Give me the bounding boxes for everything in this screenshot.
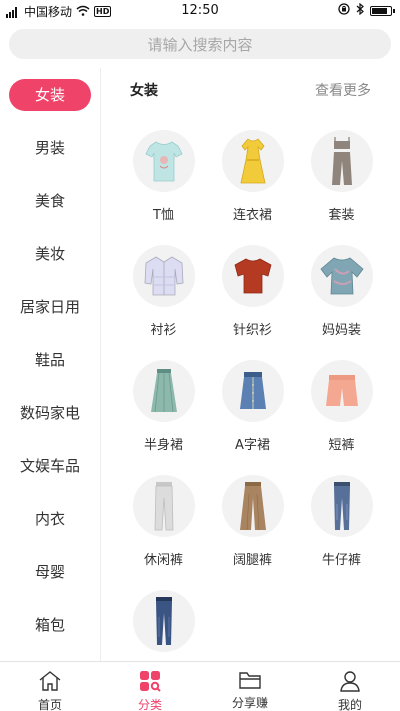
tab-home[interactable]: 首页 (0, 662, 100, 711)
bluetooth-icon (356, 2, 364, 18)
mom-top-icon (310, 245, 373, 307)
subcategory-item[interactable]: 衬衫 (119, 245, 208, 360)
sidebar-item-womens[interactable]: 女装 (0, 68, 100, 121)
subcategory-label: 连衣裙 (232, 208, 272, 223)
home-icon (38, 670, 62, 692)
tab-profile[interactable]: 我的 (300, 662, 400, 711)
subcategory-label: 套装 (328, 208, 355, 223)
shirt-icon (132, 245, 195, 307)
subcategory-item[interactable]: 短裤 (297, 360, 386, 475)
search-input[interactable]: 请输入搜索内容 (9, 29, 391, 59)
jeans-icon (310, 475, 373, 537)
subcategory-item[interactable] (119, 590, 208, 661)
subcategory-label: 妈妈装 (321, 323, 361, 338)
sidebar-item-baby[interactable]: 母婴 (0, 545, 100, 598)
subcategory-item[interactable]: 半身裙 (119, 360, 208, 475)
casual-pants-icon (132, 475, 195, 537)
dress-icon (221, 130, 284, 192)
tab-label: 分类 (137, 698, 162, 711)
suit-set-icon (310, 130, 373, 192)
shorts-icon (310, 360, 373, 422)
tab-share-earn[interactable]: 分享赚 (200, 662, 300, 711)
subcategory-item[interactable]: 针织衫 (208, 245, 297, 360)
sidebar-item-home[interactable]: 居家日用 (0, 280, 100, 333)
sidebar-item-food[interactable]: 美食 (0, 174, 100, 227)
subcategory-grid: T恤 连衣裙 套装 衬衫 针织衫 妈妈装 半身裙 A字裙 短裤 休闲裤 阔腿裤 … (119, 130, 399, 661)
subcategory-item[interactable]: 牛仔裤 (297, 475, 386, 590)
see-more-link[interactable]: 查看更多 (315, 80, 371, 100)
subcategory-panel: 女装 查看更多 T恤 连衣裙 套装 衬衫 针织衫 妈妈装 半身裙 A字裙 短裤 … (101, 68, 400, 661)
subcategory-label: 休闲裤 (143, 553, 183, 568)
section-title: 女装 (130, 83, 158, 99)
category-icon (138, 670, 162, 692)
category-sidebar: 女装 男装 美食 美妆 居家日用 鞋品 数码家电 文娱车品 内衣 母婴 箱包 (0, 68, 101, 661)
subcategory-item[interactable]: 连衣裙 (208, 130, 297, 245)
status-right (338, 2, 395, 18)
subcategory-label: 衬衫 (150, 323, 177, 338)
sidebar-item-mens[interactable]: 男装 (0, 121, 100, 174)
sidebar-item-entertainment-auto[interactable]: 文娱车品 (0, 439, 100, 492)
subcategory-label: 阔腿裤 (232, 553, 272, 568)
subcategory-label: A字裙 (235, 438, 270, 453)
rotation-lock-icon (338, 3, 350, 18)
subcategory-label: 牛仔裤 (321, 553, 361, 568)
sidebar-item-beauty[interactable]: 美妆 (0, 227, 100, 280)
wide-leg-pants-icon (221, 475, 284, 537)
subcategory-label: 半身裙 (143, 438, 183, 453)
subcategory-item[interactable]: A字裙 (208, 360, 297, 475)
subcategory-item[interactable]: 阔腿裤 (208, 475, 297, 590)
subcategory-label: T恤 (153, 208, 174, 223)
subcategory-item[interactable]: 休闲裤 (119, 475, 208, 590)
a-line-skirt-icon (221, 360, 284, 422)
subcategory-label: 针织衫 (232, 323, 272, 338)
tab-label: 分享赚 (231, 696, 268, 710)
sidebar-item-bags[interactable]: 箱包 (0, 598, 100, 651)
status-bar: 中国移动 HD 12:50 (0, 0, 400, 22)
battery-icon (370, 5, 395, 16)
sidebar-item-underwear[interactable]: 内衣 (0, 492, 100, 545)
tab-label: 首页 (37, 698, 62, 711)
jeans-dark-icon (132, 590, 195, 652)
tshirt-icon (132, 130, 195, 192)
subcategory-item[interactable]: 妈妈装 (297, 245, 386, 360)
subcategory-label: 短裤 (328, 438, 355, 453)
folder-icon (238, 670, 262, 690)
sidebar-item-shoes[interactable]: 鞋品 (0, 333, 100, 386)
user-icon (338, 670, 362, 692)
bottom-tab-bar: 首页 分类 分享赚 我的 (0, 661, 400, 711)
tab-category[interactable]: 分类 (100, 662, 200, 711)
sidebar-item-electronics[interactable]: 数码家电 (0, 386, 100, 439)
subcategory-item[interactable]: 套装 (297, 130, 386, 245)
skirt-icon (132, 360, 195, 422)
search-placeholder: 请输入搜索内容 (147, 35, 253, 54)
tab-label: 我的 (337, 698, 362, 711)
knit-sweater-icon (221, 245, 284, 307)
subcategory-item[interactable]: T恤 (119, 130, 208, 245)
section-header: 女装 查看更多 (101, 78, 400, 102)
